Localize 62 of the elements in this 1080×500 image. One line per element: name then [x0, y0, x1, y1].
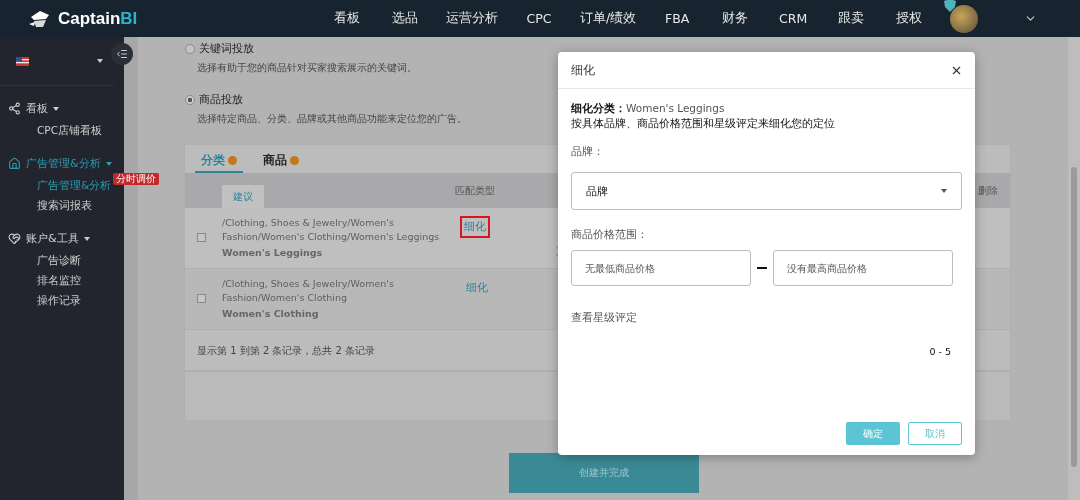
nav-item[interactable]: 跟卖: [822, 10, 881, 27]
caret-icon[interactable]: [97, 59, 103, 63]
scrollbar-thumb[interactable]: [1071, 167, 1077, 467]
dialog-description: 按具体品牌、商品价格范围和星级评定来细化您的定位: [571, 117, 836, 131]
nav-item[interactable]: CRM: [764, 11, 823, 26]
nav-item[interactable]: CPC: [510, 11, 568, 26]
brand-label: 品牌：: [571, 145, 605, 159]
promo-badge: 分时调价: [113, 173, 160, 185]
nav-item[interactable]: 选品: [376, 10, 434, 27]
brand-select[interactable]: 品牌: [571, 172, 962, 210]
sidebar-item[interactable]: CPC店铺看板: [37, 124, 102, 138]
option-label: 商品投放: [199, 93, 243, 107]
option-label: 关键词投放: [199, 42, 254, 56]
record-count: 显示第 1 到第 2 条记录，总共 2 条记录: [197, 344, 376, 358]
dialog-title: 细化: [571, 62, 595, 78]
rating-label: 查看星级评定: [571, 310, 638, 325]
category-line: 细化分类：Women's Leggings: [571, 102, 726, 116]
sidebar-item[interactable]: 操作记录: [37, 294, 81, 308]
category-name: Women's Leggings: [222, 247, 324, 258]
nav-item[interactable]: 财务: [706, 10, 765, 27]
row-checkbox[interactable]: [197, 293, 206, 303]
category-name: Women's Clothing: [222, 308, 320, 319]
column-header: 删除: [978, 184, 998, 198]
nav-item[interactable]: 看板: [318, 10, 376, 27]
radio-button[interactable]: [185, 95, 195, 105]
caret-icon: [83, 236, 90, 241]
user-avatar[interactable]: [950, 4, 979, 33]
nav-item[interactable]: 授权: [880, 10, 939, 27]
column-header: 匹配类型: [455, 184, 495, 198]
shield-icon: [944, 0, 957, 12]
sidebar-section[interactable]: 账户&工具: [0, 226, 90, 251]
brand-name: CaptainBI: [58, 8, 138, 29]
sidebar-section[interactable]: 看板: [0, 96, 59, 121]
captain-hat-logo-icon: [28, 8, 52, 29]
option-description: 选择有助于您的商品针对买家搜索展示的关键词。: [197, 61, 417, 75]
option-description: 选择特定商品、分类、品牌或其他商品功能来定位您的广告。: [197, 112, 467, 126]
home-icon: [8, 157, 21, 170]
price-label: 商品价格范围：: [571, 228, 649, 242]
share-icon: [8, 102, 21, 115]
caret-icon: [53, 106, 59, 111]
sidebar-item[interactable]: 排名监控: [37, 274, 81, 288]
rating-range: 0 - 5: [929, 346, 951, 357]
radio-button[interactable]: [185, 44, 195, 54]
collapse-menu-icon: [116, 48, 128, 60]
help-icon: [228, 156, 237, 165]
category-path: /Clothing, Shoes & Jewelry/Women's Fashion/Women's Clothing: [222, 277, 395, 305]
row-checkbox[interactable]: [197, 232, 206, 242]
nav-item[interactable]: 运营分析: [434, 10, 510, 27]
help-icon: [290, 156, 299, 165]
category-path: /Clothing, Shoes & Jewelry/Women's Fashion/Women's Clothing/Women's Leggings: [222, 216, 441, 244]
max-price-field[interactable]: 没有最高商品价格: [773, 250, 953, 286]
min-price-field[interactable]: 无最低商品价格: [571, 250, 751, 286]
nav-item[interactable]: 订单/绩效: [568, 10, 649, 27]
sidebar-item[interactable]: 广告管理&分析: [37, 179, 112, 193]
sidebar-item[interactable]: 广告诊断: [37, 254, 81, 268]
sidebar-item[interactable]: 搜索词报表: [37, 199, 92, 213]
caret-icon: [105, 161, 112, 166]
nav-item[interactable]: FBA: [648, 11, 707, 26]
sidebar-section[interactable]: 广告管理&分析: [0, 151, 112, 176]
flag-icon: [16, 56, 29, 66]
tab[interactable]: 商品: [257, 153, 305, 173]
collapse-button[interactable]: [111, 43, 133, 65]
